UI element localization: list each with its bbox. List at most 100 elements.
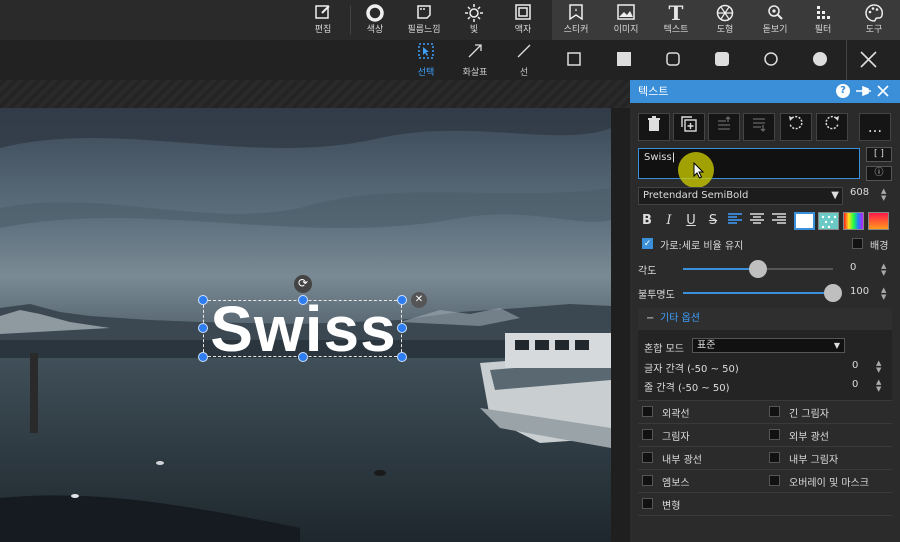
tool-image[interactable]: 이미지	[604, 0, 648, 40]
inner-glow-checkbox[interactable]	[642, 452, 653, 463]
arrow-icon	[455, 43, 495, 65]
tool-line[interactable]: 선	[504, 43, 544, 79]
letter-spacing-spinner-icon[interactable]: ▲ ▼	[876, 360, 881, 374]
angle-value[interactable]: 0	[850, 262, 856, 273]
tool-light[interactable]: 빛	[452, 0, 496, 40]
tool-arrow[interactable]: 화살표	[455, 43, 495, 79]
duplicate-text-button[interactable]	[673, 113, 705, 141]
warm-gradient-swatch[interactable]	[868, 212, 889, 230]
duplicate-icon	[681, 116, 697, 132]
underline-button[interactable]: U	[682, 212, 700, 230]
align-center-icon	[750, 213, 764, 224]
panel-close-icon[interactable]	[877, 80, 889, 111]
close-icon[interactable]	[860, 51, 877, 68]
shadow-checkbox[interactable]	[642, 429, 653, 440]
effect-label: 긴 그림자	[789, 409, 829, 420]
tool-shape[interactable]: 도형	[703, 0, 747, 40]
align-right-button[interactable]	[770, 212, 788, 230]
opacity-slider-knob[interactable]	[824, 284, 842, 302]
font-select[interactable]: Pretendard SemiBold ▼	[638, 187, 843, 205]
filled-rounded-square-icon[interactable]	[715, 52, 729, 66]
tool-edit[interactable]: 편집	[301, 0, 345, 40]
text-cursor: |	[671, 152, 676, 163]
outline-circle-icon[interactable]	[764, 52, 778, 66]
outer-glow-checkbox[interactable]	[769, 429, 780, 440]
outline-checkbox[interactable]	[642, 406, 653, 417]
sticker-icon	[554, 0, 598, 24]
rotate-handle-icon[interactable]: ⟳	[294, 275, 312, 293]
long-shadow-checkbox[interactable]	[769, 406, 780, 417]
tool-select[interactable]: 선택	[406, 43, 446, 79]
trash-icon	[648, 116, 660, 131]
pattern-swatch[interactable]	[818, 212, 839, 230]
text-input[interactable]: Swiss|	[638, 148, 860, 179]
angle-slider-knob[interactable]	[749, 260, 767, 278]
opacity-spinner-icon[interactable]: ▲ ▼	[881, 287, 886, 301]
resize-handle-s[interactable]	[298, 352, 308, 362]
rotate-left-button[interactable]	[780, 113, 812, 141]
tool-tools[interactable]: 도구	[852, 0, 896, 40]
tool-frame[interactable]: 액자	[501, 0, 545, 40]
resize-handle-sw[interactable]	[198, 352, 208, 362]
line-spacing-value[interactable]: 0	[852, 379, 858, 390]
bold-button[interactable]: B	[638, 212, 656, 230]
background-checkbox[interactable]	[852, 238, 863, 249]
divider	[638, 423, 892, 424]
angle-label: 각도	[638, 266, 657, 277]
font-size-input[interactable]: 608	[850, 187, 869, 198]
resize-handle-ne[interactable]	[397, 295, 407, 305]
transform-checkbox[interactable]	[642, 498, 653, 509]
resize-handle-w[interactable]	[198, 323, 208, 333]
opacity-value[interactable]: 100	[850, 286, 869, 297]
color-ring-icon	[353, 0, 397, 24]
blend-mode-select[interactable]: 표준 ▼	[692, 338, 845, 353]
tool-text[interactable]: T 텍스트	[654, 0, 698, 40]
delete-text-button[interactable]	[638, 113, 670, 141]
info-button[interactable]: ⓘ	[866, 166, 892, 181]
blend-mode-label: 혼합 모드	[644, 344, 684, 355]
delete-object-icon[interactable]: ✕	[411, 292, 427, 308]
advanced-options-header[interactable]: − 기타 옵션	[638, 308, 892, 330]
canvas-margin	[0, 80, 630, 108]
resize-handle-nw[interactable]	[198, 295, 208, 305]
bring-forward-button[interactable]	[708, 113, 740, 141]
strikethrough-button[interactable]: S	[704, 212, 722, 230]
magnifier-icon	[753, 0, 797, 24]
italic-button[interactable]: I	[660, 212, 678, 230]
align-right-icon	[772, 213, 786, 224]
send-backward-button[interactable]	[743, 113, 775, 141]
tool-color[interactable]: 색상	[353, 0, 397, 40]
bracket-button[interactable]: [ ]	[866, 147, 892, 162]
align-center-button[interactable]	[748, 212, 766, 230]
text-object[interactable]: Swiss	[203, 294, 402, 364]
help-icon[interactable]: ?	[836, 84, 850, 98]
rotate-right-button[interactable]	[816, 113, 848, 141]
angle-spinner-icon[interactable]: ▲ ▼	[881, 263, 886, 277]
emboss-checkbox[interactable]	[642, 475, 653, 486]
effect-label: 변형	[662, 501, 681, 512]
resize-handle-se[interactable]	[397, 352, 407, 362]
gradient-swatch[interactable]	[843, 212, 864, 230]
text-color-swatch[interactable]	[794, 212, 815, 230]
shape-icon	[703, 0, 747, 24]
line-spacing-spinner-icon[interactable]: ▲ ▼	[876, 379, 881, 393]
filled-circle-icon[interactable]	[813, 52, 827, 66]
font-size-spinner-icon[interactable]: ▲ ▼	[881, 188, 886, 202]
tool-magnifier[interactable]: 돋보기	[753, 0, 797, 40]
letter-spacing-value[interactable]: 0	[852, 360, 858, 371]
more-options-button[interactable]: ...	[859, 113, 891, 141]
resize-handle-e[interactable]	[397, 323, 407, 333]
pin-icon[interactable]	[854, 80, 872, 111]
resize-handle-n[interactable]	[298, 295, 308, 305]
filled-square-icon[interactable]	[617, 52, 631, 66]
tool-film[interactable]: 필름느낌	[402, 0, 446, 40]
tool-sticker[interactable]: 스티커	[554, 0, 598, 40]
outline-rounded-square-icon[interactable]	[666, 52, 680, 66]
keep-ratio-label: 가로:세로 비율 유지	[660, 241, 744, 252]
align-left-button[interactable]	[726, 212, 744, 230]
inner-shadow-checkbox[interactable]	[769, 452, 780, 463]
tool-filter[interactable]: 필터	[801, 0, 845, 40]
overlay-mask-checkbox[interactable]	[769, 475, 780, 486]
keep-ratio-checkbox[interactable]: ✓	[642, 238, 653, 249]
outline-square-icon[interactable]	[567, 52, 581, 66]
